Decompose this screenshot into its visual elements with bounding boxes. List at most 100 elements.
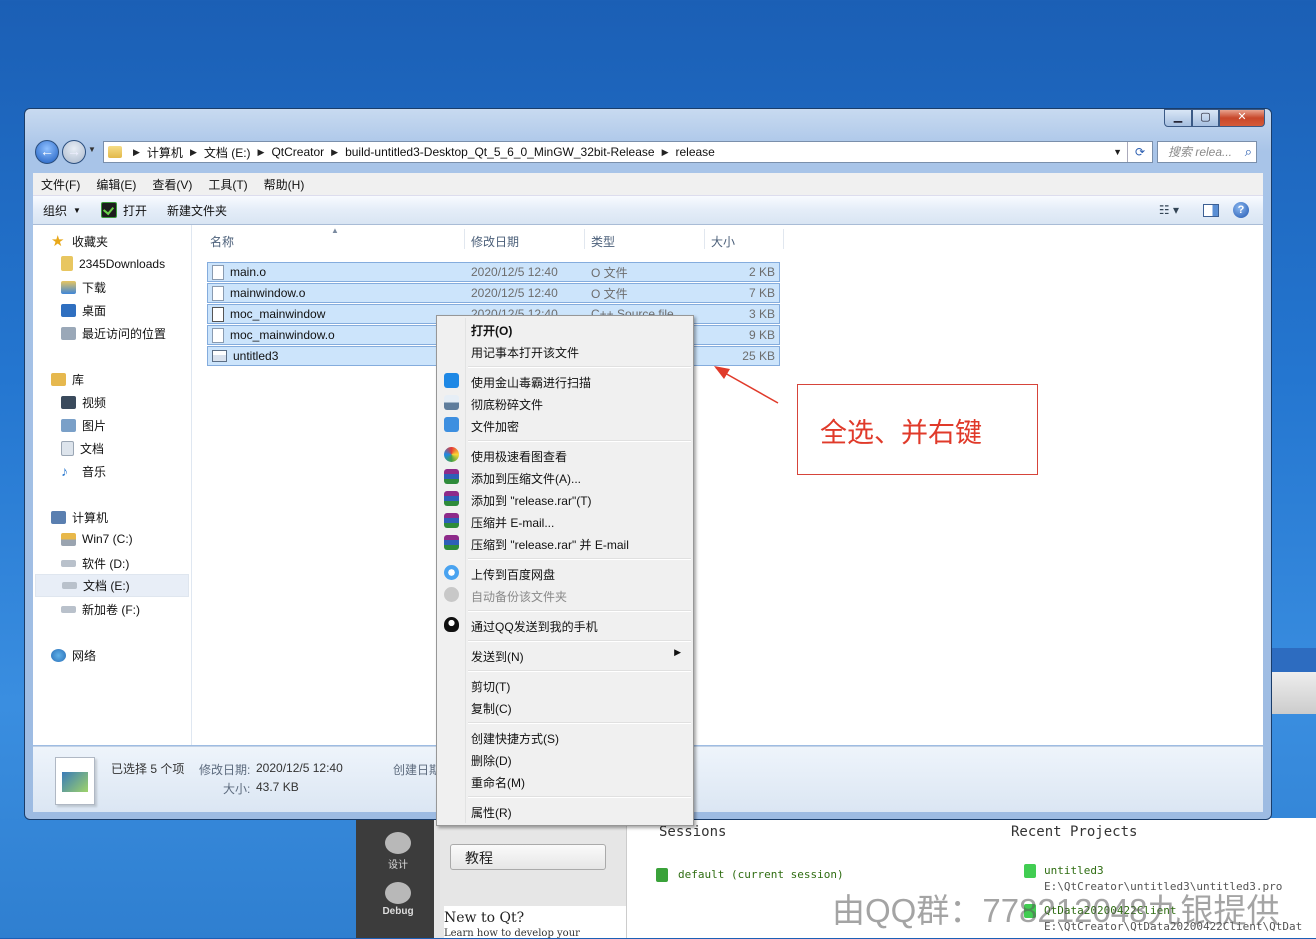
menu-add-archive[interactable]: 添加到压缩文件(A)... (439, 466, 691, 488)
maximize-button[interactable]: ▢ (1192, 109, 1219, 127)
file-row[interactable]: mainwindow.o 2020/12/5 12:40 O 文件 7 KB (207, 283, 780, 303)
nav-2345downloads[interactable]: 2345Downloads (61, 256, 165, 271)
help-icon[interactable]: ? (1233, 202, 1249, 218)
organize-button[interactable]: 组织 ▼ (33, 202, 91, 219)
close-button[interactable]: ✕ (1219, 109, 1265, 127)
menu-add-rar[interactable]: 添加到 "release.rar"(T) (439, 488, 691, 510)
folder-icon (108, 146, 122, 158)
menu-create-shortcut[interactable]: 创建快捷方式(S) (439, 726, 691, 748)
menu-qq-send[interactable]: 通过QQ发送到我的手机 (439, 614, 691, 636)
menu-shred[interactable]: 彻底粉碎文件 (439, 392, 691, 414)
file-type: O 文件 (591, 265, 628, 280)
shredder-icon (444, 395, 459, 410)
open-button[interactable]: 打开 (91, 202, 157, 219)
nav-recent-places[interactable]: 最近访问的位置 (61, 325, 166, 342)
search-box[interactable]: 搜索 relea... ⌕ (1157, 141, 1257, 163)
menu-cut[interactable]: 剪切(T) (439, 674, 691, 696)
nav-drive-e[interactable]: 文档 (E:) (35, 574, 189, 597)
address-dropdown-icon[interactable]: ▼ (1113, 147, 1122, 157)
menu-copy[interactable]: 复制(C) (439, 696, 691, 718)
refresh-icon[interactable]: ⟳ (1127, 142, 1152, 162)
menu-encrypt[interactable]: 文件加密 (439, 414, 691, 436)
menu-help[interactable]: 帮助(H) (256, 176, 313, 193)
system-drive-icon (61, 532, 76, 546)
menu-open-notepad[interactable]: 用记事本打开该文件 (439, 340, 691, 362)
column-size[interactable]: 大小 (711, 233, 735, 250)
nav-favorites[interactable]: ★ 收藏夹 (51, 233, 108, 250)
forward-button[interactable]: → (62, 140, 86, 164)
nav-documents[interactable]: 文档 (61, 440, 104, 457)
column-divider[interactable] (584, 229, 585, 249)
menu-send-to[interactable]: 发送到(N) ▶ (439, 644, 691, 666)
recent-project-untitled3[interactable]: untitled3 (1044, 864, 1104, 877)
selection-thumbnail (55, 757, 95, 805)
nav-pictures[interactable]: 图片 (61, 417, 106, 434)
debug-icon (385, 882, 411, 904)
chevron-right-icon[interactable]: ▶ (190, 147, 197, 158)
qq-icon (444, 617, 459, 632)
tutorials-button[interactable]: 教程 (450, 844, 606, 870)
file-size: 7 KB (748, 286, 775, 300)
drive-icon (61, 606, 76, 613)
menu-properties[interactable]: 属性(R) (439, 800, 691, 822)
nav-music[interactable]: ♪ 音乐 (61, 463, 106, 480)
file-icon (212, 264, 224, 280)
winrar-icon (444, 469, 459, 484)
column-date[interactable]: 修改日期 (471, 233, 519, 250)
file-date: 2020/12/5 12:40 (471, 265, 558, 279)
chevron-right-icon[interactable]: ▶ (662, 147, 669, 158)
shield-icon (444, 417, 459, 432)
backup-icon (444, 587, 459, 602)
nav-drive-f[interactable]: 新加卷 (F:) (61, 601, 140, 618)
address-bar[interactable]: ▶ 计算机 ▶ 文档 (E:) ▶ QtCreator ▶ build-unti… (103, 141, 1153, 163)
menu-open[interactable]: 打开(O) (439, 318, 691, 340)
menu-edit[interactable]: 编辑(E) (88, 176, 144, 193)
column-name[interactable]: 名称 (210, 233, 234, 250)
menu-delete[interactable]: 删除(D) (439, 748, 691, 770)
minimize-button[interactable]: ▁ (1164, 109, 1192, 127)
file-name: main.o (212, 264, 266, 280)
menu-scan[interactable]: 使用金山毒霸进行扫描 (439, 370, 691, 392)
breadcrumb-drive[interactable]: 文档 (E:) (204, 144, 251, 161)
mode-debug[interactable]: Debug (370, 882, 426, 917)
column-type[interactable]: 类型 (591, 233, 615, 250)
nav-videos[interactable]: 视频 (61, 394, 106, 411)
column-divider[interactable] (783, 229, 784, 249)
back-button[interactable]: ← (35, 140, 59, 164)
breadcrumb-qtcreator[interactable]: QtCreator (271, 145, 324, 159)
chevron-right-icon[interactable]: ▶ (133, 147, 140, 158)
file-name: untitled3 (212, 349, 278, 363)
column-divider[interactable] (464, 229, 465, 249)
session-default[interactable]: default (current session) (656, 868, 844, 882)
menu-compress-email[interactable]: 压缩并 E-mail... (439, 510, 691, 532)
menu-rename[interactable]: 重命名(M) (439, 770, 691, 792)
nav-computer[interactable]: 计算机 (51, 509, 108, 526)
search-icon[interactable]: ⌕ (1245, 142, 1252, 162)
history-dropdown-icon[interactable]: ▼ (88, 145, 96, 154)
view-options-icon[interactable]: ☷ ▾ (1159, 203, 1179, 217)
command-bar: 组织 ▼ 打开 新建文件夹 ☷ ▾ ? (33, 196, 1263, 225)
nav-drive-d[interactable]: 软件 (D:) (61, 555, 129, 572)
new-folder-button[interactable]: 新建文件夹 (157, 202, 237, 219)
breadcrumb-release[interactable]: release (676, 145, 715, 159)
menu-tools[interactable]: 工具(T) (200, 176, 255, 193)
breadcrumb-build[interactable]: build-untitled3-Desktop_Qt_5_6_0_MinGW_3… (345, 145, 655, 159)
nav-desktop[interactable]: 桌面 (61, 302, 106, 319)
nav-downloads[interactable]: 下载 (61, 279, 106, 296)
menu-baidu-upload[interactable]: 上传到百度网盘 (439, 562, 691, 584)
nav-libraries[interactable]: 库 (51, 371, 84, 388)
column-divider[interactable] (704, 229, 705, 249)
mode-design[interactable]: 设计 (370, 832, 426, 871)
nav-network[interactable]: 网络 (51, 647, 96, 664)
file-row[interactable]: main.o 2020/12/5 12:40 O 文件 2 KB (207, 262, 780, 282)
menu-file[interactable]: 文件(F) (33, 176, 88, 193)
menu-separator (468, 558, 691, 560)
nav-drive-c[interactable]: Win7 (C:) (61, 532, 133, 546)
menu-image-viewer[interactable]: 使用极速看图查看 (439, 444, 691, 466)
menu-view[interactable]: 查看(V) (144, 176, 200, 193)
chevron-right-icon[interactable]: ▶ (331, 147, 338, 158)
chevron-right-icon[interactable]: ▶ (258, 147, 265, 158)
preview-pane-icon[interactable] (1203, 203, 1219, 217)
menu-compress-rar-email[interactable]: 压缩到 "release.rar" 并 E-mail (439, 532, 691, 554)
breadcrumb-computer[interactable]: 计算机 (147, 144, 183, 161)
